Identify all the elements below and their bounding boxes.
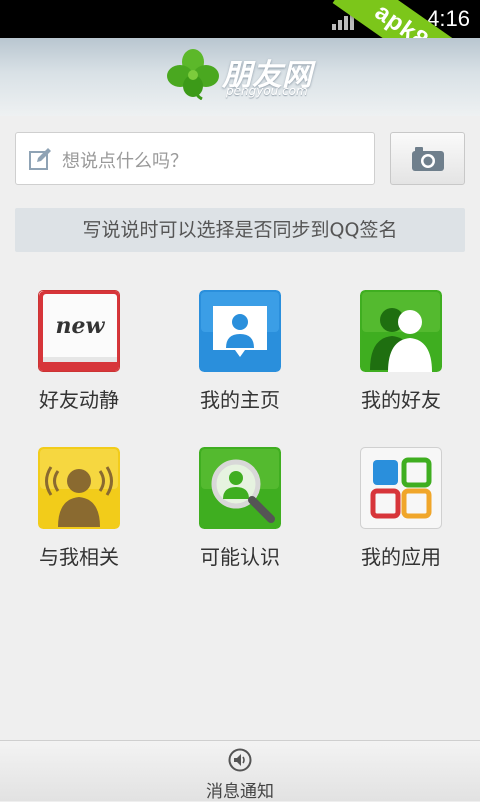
apps-icon: [360, 447, 442, 529]
homepage-icon: [199, 290, 281, 372]
notifications-label: 消息通知: [206, 782, 274, 802]
grid-item-my-friends[interactable]: 我的好友: [341, 290, 461, 420]
app-logo: 朋友网 pengyou.com: [166, 48, 316, 100]
grid-item-friend-feed[interactable]: new 好友动静: [19, 290, 139, 420]
grid-item-people-you-may-know[interactable]: 可能认识: [180, 447, 300, 577]
grid-label: 与我相关: [39, 545, 119, 569]
grid-label: 我的主页: [200, 388, 280, 412]
clover-logo-icon: [167, 49, 219, 100]
people-search-icon: [199, 447, 281, 529]
app-subtitle: pengyou.com: [226, 84, 308, 98]
grid-label: 我的应用: [361, 545, 441, 569]
qq-sync-tip-banner: 写说说时可以选择是否同步到QQ签名: [15, 208, 465, 252]
friends-icon: [360, 290, 442, 372]
grid-item-related-to-me[interactable]: 与我相关: [19, 447, 139, 577]
grid-label: 可能认识: [200, 545, 280, 569]
status-compose-input[interactable]: 想说点什么吗？: [15, 132, 375, 185]
camera-icon: [412, 147, 444, 171]
notifications-bar[interactable]: 消息通知: [0, 740, 480, 802]
related-icon: [38, 447, 120, 529]
grid-item-my-homepage[interactable]: 我的主页: [180, 290, 300, 420]
new-tile-text: new: [55, 313, 105, 339]
compose-placeholder: 想说点什么吗？: [62, 151, 188, 172]
camera-button[interactable]: [390, 132, 465, 185]
grid-label: 我的好友: [361, 388, 441, 412]
edit-icon: [29, 148, 51, 170]
new-feed-icon: new: [38, 290, 120, 372]
grid-item-my-apps[interactable]: 我的应用: [341, 447, 461, 577]
grid-label: 好友动静: [39, 388, 119, 412]
speaker-notification-icon: [228, 748, 252, 772]
